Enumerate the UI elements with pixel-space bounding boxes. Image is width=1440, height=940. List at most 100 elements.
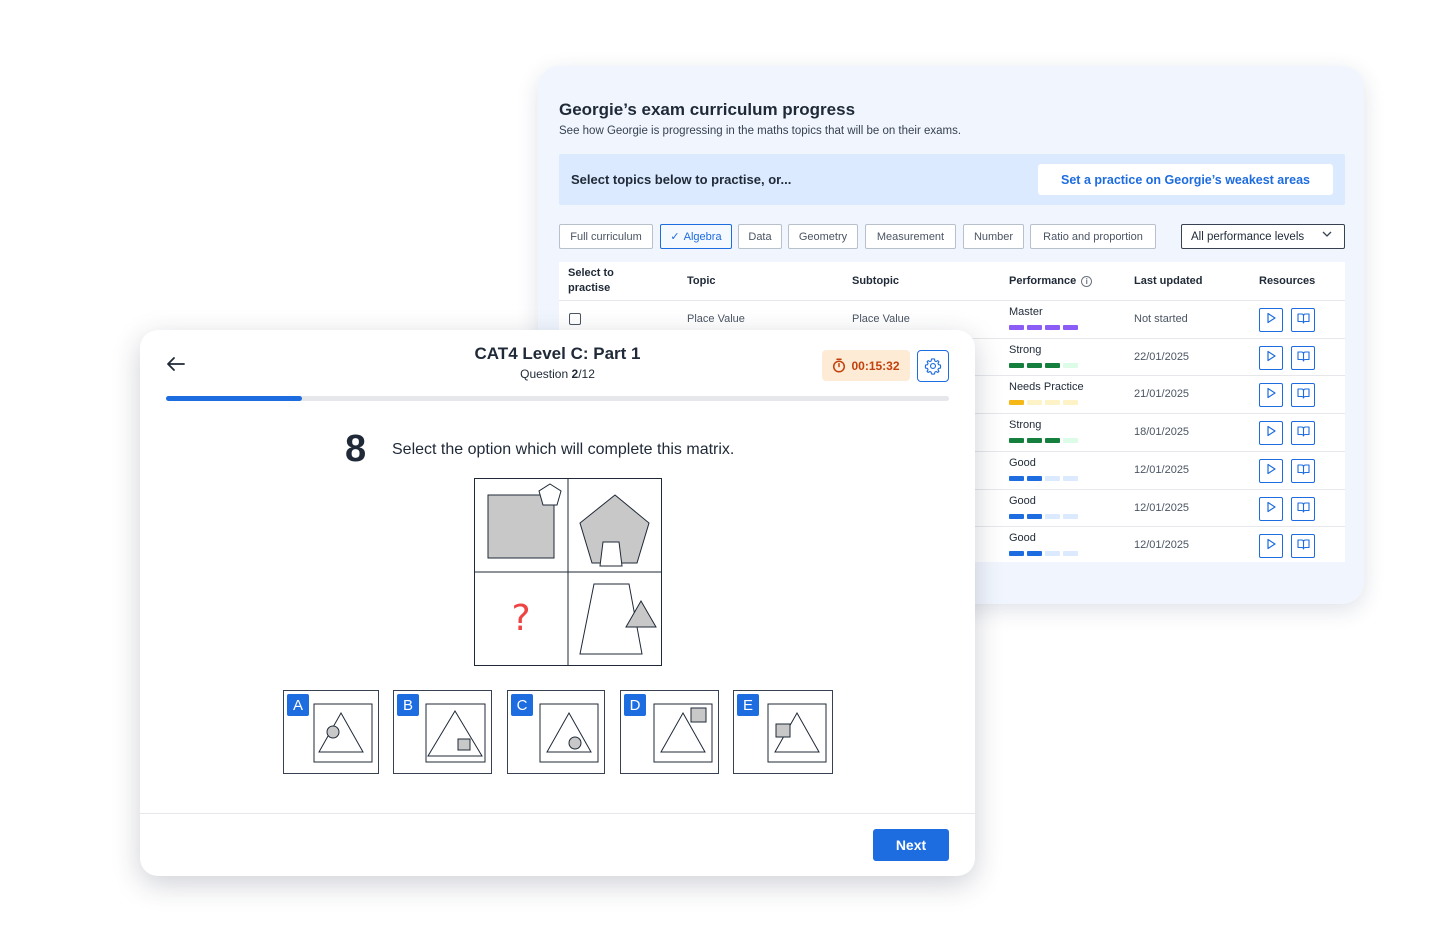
settings-button[interactable]	[917, 350, 949, 382]
row-last-updated: 12/01/2025	[1134, 539, 1190, 552]
question-panel: CAT4 Level C: Part 1 Question 2/12 00:15…	[140, 330, 975, 876]
question-number: 8	[345, 428, 367, 470]
banner-text: Select topics below to practise, or...	[571, 172, 792, 187]
stopwatch-icon	[833, 358, 846, 373]
play-video-button[interactable]	[1259, 534, 1283, 559]
performance-bar-segment	[1045, 362, 1060, 368]
performance-bar-segment	[1063, 438, 1078, 444]
option-e-label: E	[737, 694, 759, 716]
row-performance: Needs Practice	[1009, 381, 1084, 394]
row-last-updated: 21/01/2025	[1134, 388, 1190, 401]
play-icon	[1265, 311, 1277, 329]
book-icon	[1296, 311, 1310, 329]
col-subtopic: Subtopic	[852, 275, 900, 287]
performance-bars	[1009, 438, 1078, 444]
book-icon	[1296, 349, 1310, 367]
panel-subtitle: See how Georgie is progressing in the ma…	[559, 125, 962, 137]
play-video-button[interactable]	[1259, 308, 1283, 332]
row-performance: Good	[1009, 456, 1036, 469]
option-d[interactable]: D	[620, 690, 719, 774]
option-b[interactable]: B	[393, 690, 492, 774]
performance-bar-segment	[1009, 438, 1024, 444]
performance-bar-segment	[1045, 400, 1060, 406]
col-last-updated: Last updated	[1134, 275, 1203, 287]
performance-bar-segment	[1063, 325, 1078, 330]
play-icon	[1265, 424, 1277, 442]
row-topic: Place Value	[687, 313, 745, 325]
filter-data[interactable]: Data	[738, 224, 782, 249]
weakest-areas-button[interactable]: Set a practice on Georgie’s weakest area…	[1038, 164, 1333, 195]
answer-options: A B C D E	[283, 690, 843, 776]
next-button[interactable]: Next	[873, 829, 949, 861]
performance-bar-segment	[1027, 475, 1042, 481]
performance-bar-segment	[1009, 513, 1024, 519]
performance-bar-segment	[1063, 513, 1078, 519]
performance-bars	[1009, 551, 1078, 557]
play-video-button[interactable]	[1259, 421, 1283, 446]
open-lesson-button[interactable]	[1291, 534, 1315, 559]
performance-bars	[1009, 325, 1078, 330]
book-icon	[1296, 386, 1310, 404]
performance-bar-segment	[1027, 513, 1042, 519]
performance-level-select[interactable]: All performance levels	[1181, 224, 1345, 249]
filter-number[interactable]: Number	[963, 224, 1024, 249]
chevron-down-icon	[1322, 229, 1332, 242]
play-video-button[interactable]	[1259, 458, 1283, 483]
filter-algebra[interactable]: ✓ Algebra	[660, 224, 732, 249]
performance-bar-segment	[1045, 475, 1060, 481]
timer: 00:15:32	[822, 350, 910, 381]
play-icon	[1265, 462, 1277, 480]
check-icon: ✓	[670, 231, 680, 243]
open-lesson-button[interactable]	[1291, 345, 1315, 370]
timer-value: 00:15:32	[851, 358, 900, 373]
performance-bar-segment	[1027, 325, 1042, 330]
shape-matrix: ?	[474, 478, 662, 666]
row-performance: Strong	[1009, 419, 1042, 432]
filter-full-curriculum[interactable]: Full curriculum	[559, 224, 653, 249]
open-lesson-button[interactable]	[1291, 308, 1315, 332]
test-progress-fill	[166, 396, 303, 401]
panel-title: Georgie’s exam curriculum progress	[559, 100, 856, 119]
option-c-label: C	[511, 694, 533, 716]
filter-ratio-and-proportion[interactable]: Ratio and proportion	[1030, 224, 1156, 249]
option-e[interactable]: E	[733, 690, 833, 774]
filter-geometry[interactable]: Geometry	[788, 224, 858, 249]
performance-bar-segment	[1027, 400, 1042, 406]
open-lesson-button[interactable]	[1291, 458, 1315, 483]
option-c[interactable]: C	[507, 690, 605, 774]
play-icon	[1265, 349, 1277, 367]
select-checkbox[interactable]	[569, 313, 581, 325]
open-lesson-button[interactable]	[1291, 496, 1315, 521]
row-last-updated: 22/01/2025	[1134, 350, 1190, 363]
book-icon	[1296, 537, 1310, 555]
play-video-button[interactable]	[1259, 345, 1283, 370]
performance-bar-segment	[1027, 362, 1042, 368]
book-icon	[1296, 424, 1310, 442]
play-icon	[1265, 386, 1277, 404]
col-select: Select to practise	[568, 267, 614, 294]
performance-bar-segment	[1045, 513, 1060, 519]
play-video-button[interactable]	[1259, 496, 1283, 521]
open-lesson-button[interactable]	[1291, 421, 1315, 446]
info-icon[interactable]: i	[1081, 275, 1093, 287]
performance-bar-segment	[1063, 362, 1078, 368]
row-last-updated: 12/01/2025	[1134, 501, 1190, 514]
filter-measurement[interactable]: Measurement	[865, 224, 956, 249]
question-text: Select the option which will complete th…	[392, 441, 735, 458]
performance-bar-segment	[1045, 551, 1060, 557]
performance-bars	[1009, 475, 1078, 481]
gear-icon	[924, 358, 942, 375]
performance-bar-segment	[1027, 438, 1042, 444]
option-b-label: B	[397, 694, 419, 716]
col-topic: Topic	[687, 275, 716, 287]
option-a[interactable]: A	[283, 690, 379, 774]
col-performance: Performance i	[1009, 262, 1093, 300]
col-resources: Resources	[1259, 275, 1316, 287]
performance-bar-segment	[1009, 551, 1024, 557]
performance-bar-segment	[1063, 551, 1078, 557]
performance-bars	[1009, 513, 1078, 519]
play-video-button[interactable]	[1259, 383, 1283, 408]
performance-bar-segment	[1063, 400, 1078, 406]
open-lesson-button[interactable]	[1291, 383, 1315, 408]
missing-cell-question-mark: ?	[511, 598, 530, 639]
